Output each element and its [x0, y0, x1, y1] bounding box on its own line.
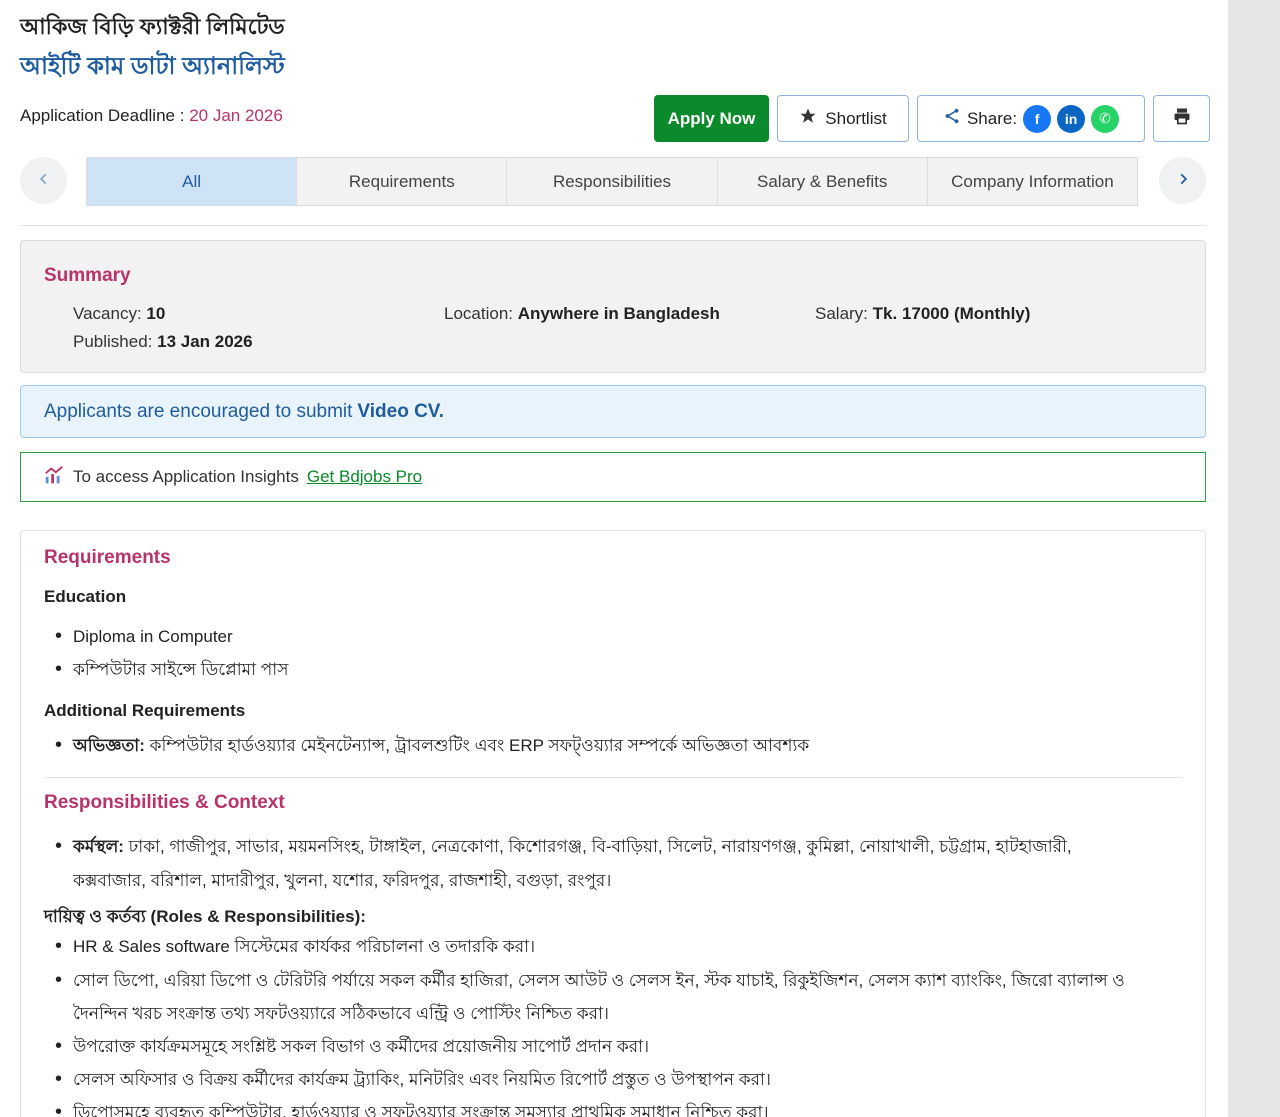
- video-cv-notice: Applicants are encouraged to submit Vide…: [20, 385, 1206, 438]
- action-buttons: Apply Now Shortlist Share: f in ✆: [654, 95, 1210, 142]
- apply-now-button[interactable]: Apply Now: [654, 95, 769, 142]
- tabs-next-button[interactable]: [1159, 157, 1206, 204]
- chart-icon: [43, 464, 65, 491]
- responsibility-item: HR & Sales software সিস্টেমের কার্যকর পর…: [45, 930, 535, 963]
- vacancy-value: 10: [146, 304, 166, 323]
- tab-company-information[interactable]: Company Information: [927, 158, 1138, 205]
- additional-label: অভিজ্ঞতা:: [73, 736, 145, 755]
- share-box: Share: f in ✆: [917, 95, 1145, 142]
- responsibility-item: সেলস অফিসার ও বিক্রয় কর্মীদের কার্যক্রম…: [45, 1063, 771, 1096]
- deadline-date: 20 Jan 2026: [189, 106, 283, 125]
- responsibility-item: ডিপোসমূহে ব্যবহৃত কম্পিউটার, হার্ডওয়্যা…: [45, 1096, 769, 1117]
- tab-salary-benefits[interactable]: Salary & Benefits: [717, 158, 928, 205]
- summary-card: Summary Vacancy: 10 Location: Anywhere i…: [20, 240, 1206, 373]
- published: Published: 13 Jan 2026: [73, 332, 253, 352]
- vacancy: Vacancy: 10: [73, 304, 165, 324]
- print-button[interactable]: [1153, 95, 1210, 142]
- workplace-line1: ঢাকা, গাজীপুর, সাভার, ময়মনসিংহ, টাঙ্গাই…: [128, 837, 1072, 856]
- printer-icon: [1172, 106, 1192, 131]
- scrollbar-track[interactable]: [1228, 0, 1280, 1117]
- published-value: 13 Jan 2026: [157, 332, 253, 351]
- job-title: আইটি কাম ডাটা অ্যানালিস্ট: [20, 53, 285, 80]
- whatsapp-icon[interactable]: ✆: [1091, 104, 1120, 133]
- linkedin-icon[interactable]: in: [1057, 104, 1086, 133]
- location-label: Location:: [444, 304, 513, 323]
- tab-responsibilities[interactable]: Responsibilities: [507, 158, 718, 205]
- deadline-label: Application Deadline :: [20, 106, 185, 125]
- education-item: কম্পিউটার সাইন্সে ডিপ্লোমা পাস: [45, 653, 288, 686]
- insights-text: To access Application Insights: [73, 467, 299, 486]
- education-heading: Education: [44, 587, 127, 606]
- vacancy-label: Vacancy:: [73, 304, 142, 323]
- insights-banner: To access Application Insights Get Bdjob…: [20, 452, 1206, 502]
- tabs-bar: All Requirements Responsibilities Salary…: [86, 157, 1138, 206]
- responsibility-item: সোল ডিপো, এরিয়া ডিপো ও টেরিটরি পর্যায়ে…: [45, 964, 1125, 997]
- summary-title: Summary: [44, 265, 131, 286]
- chevron-left-icon: [37, 169, 51, 192]
- shortlist-label: Shortlist: [825, 108, 887, 128]
- facebook-icon[interactable]: f: [1023, 104, 1052, 133]
- requirements-card: Requirements Education Diploma in Comput…: [20, 530, 1206, 1117]
- tab-all[interactable]: All: [87, 158, 298, 205]
- share-icon: [943, 107, 961, 130]
- tabs-prev-button[interactable]: [20, 157, 67, 204]
- star-icon: [799, 107, 817, 130]
- education-item: Diploma in Computer: [45, 620, 233, 653]
- additional-item: অভিজ্ঞতা: কম্পিউটার হার্ডওয়্যার মেইনটেন…: [45, 729, 809, 762]
- responsibility-item: উপরোক্ত কার্যক্রমসমূহে সংশ্লিষ্ট সকল বিভ…: [45, 1030, 649, 1063]
- notice-emphasis: Video CV.: [357, 400, 445, 422]
- divider: [20, 225, 1206, 226]
- section-tabs: All Requirements Responsibilities Salary…: [20, 157, 1206, 206]
- requirements-title: Requirements: [44, 547, 171, 568]
- company-name: আকিজ বিড়ি ফ্যাক্টরী লিমিটেড: [20, 14, 285, 39]
- tab-requirements[interactable]: Requirements: [297, 158, 508, 205]
- location-value: Anywhere in Bangladesh: [517, 304, 720, 323]
- workplace-label: কর্মস্থল:: [73, 837, 124, 856]
- chevron-right-icon: [1176, 169, 1190, 192]
- workplace-line2: কক্সবাজার, বরিশাল, মাদারীপুর, খুলনা, যশো…: [73, 871, 612, 890]
- salary: Salary: Tk. 17000 (Monthly): [815, 304, 1030, 324]
- location: Location: Anywhere in Bangladesh: [444, 304, 720, 324]
- get-pro-link[interactable]: Get Bdjobs Pro: [307, 467, 422, 487]
- notice-text: Applicants are encouraged to submit: [44, 400, 353, 422]
- additional-text: কম্পিউটার হার্ডওয়্যার মেইনটেন্যান্স, ট্…: [149, 736, 810, 755]
- additional-requirements-heading: Additional Requirements: [44, 701, 246, 720]
- responsibilities-title: Responsibilities & Context: [44, 792, 285, 813]
- responsibility-item-continued: দৈনন্দিন খরচ সংক্রান্ত তথ্য সফটওয়্যারে …: [73, 1004, 610, 1023]
- application-deadline: Application Deadline : 20 Jan 2026: [20, 106, 283, 126]
- share-label: Share:: [966, 108, 1018, 128]
- published-label: Published:: [73, 332, 153, 351]
- workplace-item: কর্মস্থল: ঢাকা, গাজীপুর, সাভার, ময়মনসিং…: [45, 830, 1165, 863]
- salary-label: Salary:: [815, 304, 868, 323]
- divider: [45, 777, 1182, 778]
- job-details-page: আকিজ বিড়ি ফ্যাক্টরী লিমিটেড আইটি কাম ডা…: [0, 0, 1228, 1117]
- roles-heading: দায়িত্ব ও কর্তব্য (Roles & Responsibili…: [44, 907, 366, 926]
- shortlist-button[interactable]: Shortlist: [777, 95, 909, 142]
- salary-value: Tk. 17000 (Monthly): [872, 304, 1031, 323]
